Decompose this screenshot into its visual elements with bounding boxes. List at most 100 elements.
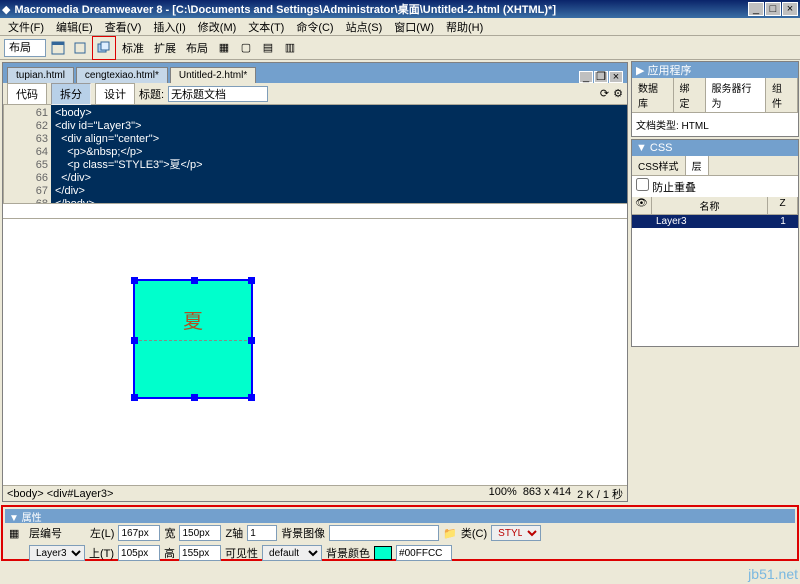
properties-header[interactable]: ▼ 属性	[5, 509, 795, 523]
div-icon[interactable]	[70, 38, 90, 58]
resize-handle[interactable]	[131, 277, 138, 284]
tab-tupian[interactable]: tupian.html	[7, 67, 74, 83]
top-input[interactable]	[118, 545, 160, 561]
menu-text[interactable]: 文本(T)	[244, 19, 288, 35]
left-input[interactable]	[118, 525, 160, 541]
prevent-overlap-checkbox[interactable]	[636, 178, 649, 191]
height-label: 高	[164, 545, 175, 561]
ruler	[3, 203, 627, 219]
layer-id-label: 层编号	[29, 525, 62, 541]
class-label: 类(C)	[461, 525, 487, 541]
menu-help[interactable]: 帮助(H)	[442, 19, 487, 35]
tab-css-styles[interactable]: CSS样式	[632, 156, 686, 175]
insert-category[interactable]: 布局	[4, 39, 46, 57]
resize-handle[interactable]	[191, 277, 198, 284]
menu-edit[interactable]: 编辑(E)	[52, 19, 97, 35]
layer-row[interactable]: Layer3 1	[632, 215, 798, 228]
code-editor[interactable]: <body> <div id="Layer3"> <div align="cen…	[51, 105, 627, 203]
table-icon[interactable]: ▦	[214, 38, 234, 58]
bgcolor-input[interactable]	[396, 545, 452, 561]
doctype-label: 文档类型: HTML	[632, 113, 798, 136]
view-design[interactable]: 设计	[95, 83, 135, 105]
resize-handle[interactable]	[131, 337, 138, 344]
col-z: Z	[768, 197, 798, 214]
draw-layer-button[interactable]	[94, 38, 114, 58]
bgimg-input[interactable]	[329, 525, 439, 541]
resize-handle[interactable]	[248, 277, 255, 284]
menu-modify[interactable]: 修改(M)	[194, 19, 241, 35]
col-name: 名称	[652, 197, 768, 214]
options-icon[interactable]: ⚙	[613, 87, 623, 100]
bgcolor-label: 背景颜色	[326, 545, 370, 561]
vis-label: 可见性	[225, 545, 258, 561]
resize-handle[interactable]	[191, 394, 198, 401]
title-input[interactable]	[168, 86, 268, 102]
tab-server-behaviors[interactable]: 服务器行为	[706, 78, 767, 112]
width-label: 宽	[164, 525, 175, 541]
left-label: 左(L)	[90, 525, 114, 541]
tab-bindings[interactable]: 绑定	[674, 78, 706, 112]
maximize-button[interactable]: □	[765, 2, 781, 16]
resize-handle[interactable]	[248, 337, 255, 344]
document-tabs: tupian.html cengtexiao.html* Untitled-2.…	[3, 63, 627, 83]
watermark: jb51.net	[748, 566, 798, 582]
title-label: 标题:	[139, 86, 164, 102]
tab-layers[interactable]: 层	[686, 156, 709, 175]
mode-expanded[interactable]: 扩展	[150, 40, 180, 56]
bgcolor-swatch[interactable]	[374, 546, 392, 560]
resize-handle[interactable]	[248, 394, 255, 401]
panel-css-header[interactable]: ▼CSS	[632, 140, 798, 156]
eye-icon: 👁	[632, 197, 652, 214]
panel-app-header[interactable]: ▶应用程序	[632, 62, 798, 78]
menu-view[interactable]: 查看(V)	[101, 19, 146, 35]
layer-id-select[interactable]: Layer3	[29, 545, 85, 561]
doc-close[interactable]: ×	[609, 71, 623, 83]
menubar: 文件(F) 编辑(E) 查看(V) 插入(I) 修改(M) 文本(T) 命令(C…	[0, 18, 800, 36]
window-title: Macromedia Dreamweaver 8 - [C:\Documents…	[10, 1, 747, 17]
download-speed: 2 K / 1 秒	[577, 486, 623, 502]
zoom-level[interactable]: 100%	[489, 486, 517, 502]
layer-text: 夏	[135, 305, 251, 334]
refresh-icon[interactable]: ⟳	[600, 87, 609, 100]
vis-select[interactable]: default	[262, 545, 322, 561]
code-gutter	[3, 105, 27, 203]
width-input[interactable]	[179, 525, 221, 541]
layout-icon[interactable]	[48, 38, 68, 58]
tag-selector[interactable]: <body> <div#Layer3>	[7, 488, 113, 500]
resize-handle[interactable]	[131, 394, 138, 401]
doc-restore[interactable]: ❐	[594, 71, 608, 83]
app-icon: ◆	[2, 3, 10, 16]
line-numbers: 6162636465666768	[27, 105, 51, 203]
tool-icon[interactable]: ▢	[236, 38, 256, 58]
tab-cengtexiao[interactable]: cengtexiao.html*	[76, 67, 168, 83]
menu-window[interactable]: 窗口(W)	[390, 19, 438, 35]
insert-toolbar: 布局 标准 扩展 布局 ▦ ▢ ▤ ▥	[0, 36, 800, 60]
tool-icon-2[interactable]: ▤	[258, 38, 278, 58]
prevent-overlap-label: 防止重叠	[652, 182, 696, 194]
bgimg-label: 背景图像	[281, 525, 325, 541]
tab-components[interactable]: 组件	[766, 78, 798, 112]
doc-minimize[interactable]: _	[579, 71, 593, 83]
class-select[interactable]: STYL	[491, 525, 541, 541]
tab-untitled2[interactable]: Untitled-2.html*	[170, 67, 256, 83]
view-code[interactable]: 代码	[7, 83, 47, 105]
menu-commands[interactable]: 命令(C)	[292, 19, 337, 35]
layer3[interactable]: 夏	[133, 279, 253, 399]
height-input[interactable]	[179, 545, 221, 561]
menu-insert[interactable]: 插入(I)	[149, 19, 189, 35]
tool-icon-3[interactable]: ▥	[280, 38, 300, 58]
window-size[interactable]: 863 x 414	[523, 486, 571, 502]
z-label: Z轴	[225, 525, 243, 541]
design-canvas[interactable]: 夏	[3, 219, 627, 485]
z-input[interactable]	[247, 525, 277, 541]
menu-site[interactable]: 站点(S)	[342, 19, 387, 35]
minimize-button[interactable]: _	[748, 2, 764, 16]
folder-icon[interactable]: 📁	[443, 527, 457, 540]
top-label: 上(T)	[89, 545, 114, 561]
mode-layout[interactable]: 布局	[182, 40, 212, 56]
close-button[interactable]: ×	[782, 2, 798, 16]
mode-standard[interactable]: 标准	[118, 40, 148, 56]
view-split[interactable]: 拆分	[51, 83, 91, 105]
tab-database[interactable]: 数据库	[632, 78, 674, 112]
menu-file[interactable]: 文件(F)	[4, 19, 48, 35]
